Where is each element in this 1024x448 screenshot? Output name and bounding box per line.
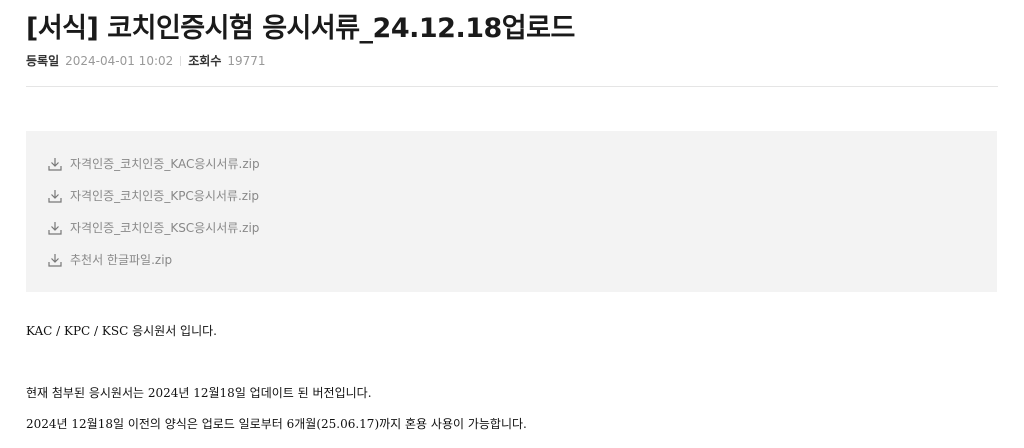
attachment-link[interactable]: 자격인증_코치인증_KPC응시서류.zip	[48, 187, 259, 204]
attachment-box: 자격인증_코치인증_KAC응시서류.zip 자격인증_코치인증_KPC응시서류.…	[26, 131, 997, 292]
views-label: 조회수	[188, 54, 222, 68]
content-line: 2024년 12월18일 이전의 양식은 업로드 일로부터 6개월(25.06.…	[26, 417, 527, 431]
header-divider	[26, 86, 998, 87]
content-line: 현재 첨부된 응시원서는 2024년 12월18일 업데이트 된 버전입니다.	[26, 386, 372, 400]
meta-divider	[180, 55, 182, 66]
attachment-link[interactable]: 자격인증_코치인증_KAC응시서류.zip	[48, 155, 260, 172]
download-icon	[48, 189, 62, 203]
date-label: 등록일	[26, 54, 60, 68]
download-icon	[48, 253, 62, 267]
attachment-filename: 자격인증_코치인증_KAC응시서류.zip	[70, 157, 260, 171]
content-line: KAC / KPC / KSC 응시원서 입니다.	[26, 324, 217, 338]
attachment-filename: 자격인증_코치인증_KSC응시서류.zip	[70, 221, 260, 235]
attachment-link[interactable]: 자격인증_코치인증_KSC응시서류.zip	[48, 219, 259, 236]
attachment-filename: 추천서 한글파일.zip	[70, 253, 173, 267]
post-title: [서식] 코치인증시험 응시서류_24.12.18업로드	[26, 13, 575, 44]
download-icon	[48, 157, 62, 171]
view-count: 19771	[227, 53, 266, 68]
post-date: 2024-04-01 10:02	[65, 53, 174, 68]
attachment-link[interactable]: 추천서 한글파일.zip	[48, 251, 172, 268]
download-icon	[48, 221, 62, 235]
attachment-filename: 자격인증_코치인증_KPC응시서류.zip	[70, 189, 260, 203]
post-meta: 등록일 2024-04-01 10:02 조회수 19771	[26, 52, 266, 69]
